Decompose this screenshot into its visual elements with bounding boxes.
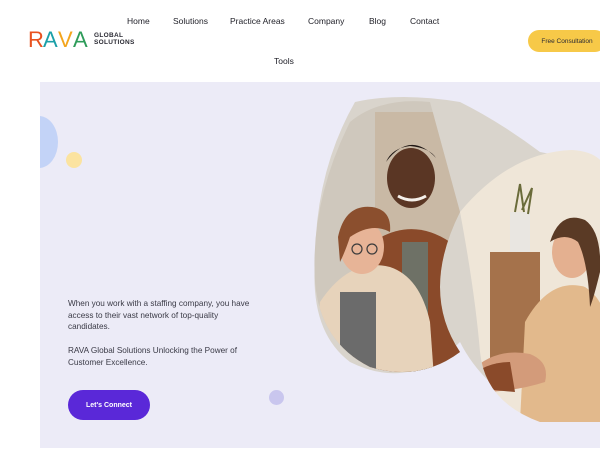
nav-company[interactable]: Company <box>308 16 344 26</box>
logo-letter-a1: A <box>43 27 58 52</box>
decorative-blue-blob <box>40 116 58 168</box>
logo-letter-a2: A <box>73 27 88 52</box>
nav-tools[interactable]: Tools <box>274 56 294 66</box>
hero-paragraph-1: When you work with a staffing company, y… <box>68 299 250 331</box>
decorative-yellow-dot <box>66 152 82 168</box>
logo-letter-v: V <box>58 27 73 52</box>
decorative-lilac-dot <box>269 390 284 405</box>
logo-subtext: GLOBAL SOLUTIONS <box>94 32 135 46</box>
logo-line1: GLOBAL <box>94 32 124 39</box>
nav-home[interactable]: Home <box>127 16 150 26</box>
lets-connect-button[interactable]: Let's Connect <box>68 390 150 420</box>
nav-blog[interactable]: Blog <box>369 16 386 26</box>
nav-contact[interactable]: Contact <box>410 16 439 26</box>
rava-logo-mark: R A V A <box>28 27 88 52</box>
free-consultation-button[interactable]: Free Consultation <box>528 30 600 52</box>
team-photo <box>314 97 600 422</box>
logo-letter-r: R <box>28 27 44 52</box>
brand-logo[interactable]: R A V A GLOBAL SOLUTIONS <box>28 26 135 52</box>
hero-section: When you work with a staffing company, y… <box>40 82 600 448</box>
hero-paragraph-2: RAVA Global Solutions Unlocking the Powe… <box>68 346 237 367</box>
nav-practice-areas[interactable]: Practice Areas <box>230 16 285 26</box>
nav-solutions[interactable]: Solutions <box>173 16 208 26</box>
logo-line2: SOLUTIONS <box>94 39 135 46</box>
site-header: R A V A GLOBAL SOLUTIONS Home Solutions … <box>0 0 600 80</box>
